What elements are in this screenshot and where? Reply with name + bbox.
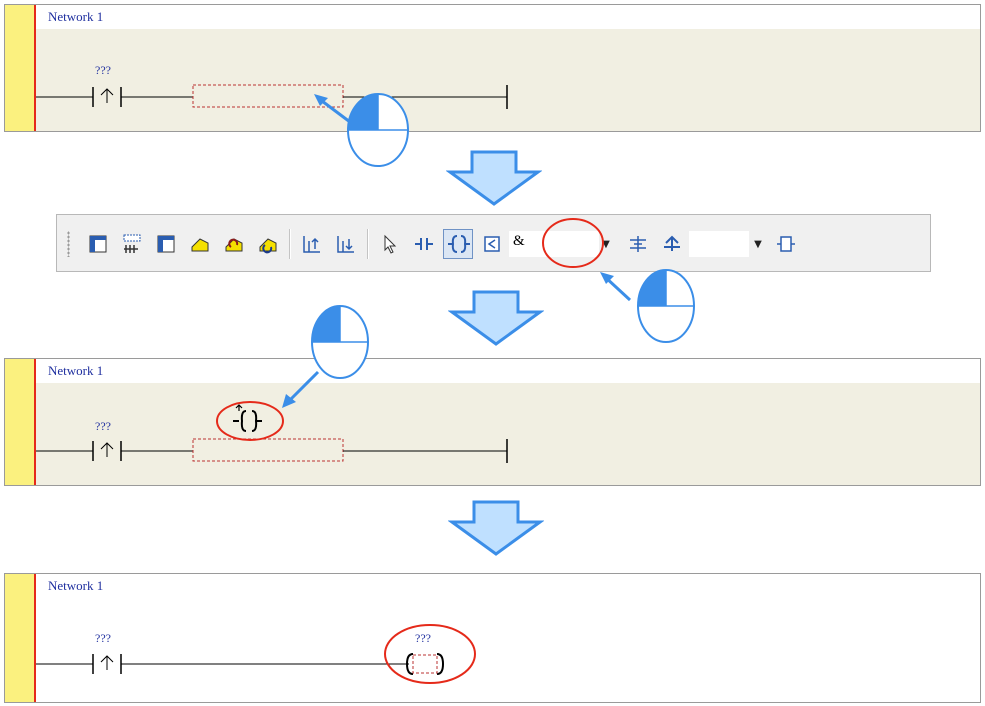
edge-dropdown-arrow[interactable]: ▼ bbox=[751, 231, 765, 257]
toolbar-grip[interactable] bbox=[67, 231, 70, 257]
ladder-rung-3 bbox=[36, 624, 476, 684]
branch-up-icon[interactable] bbox=[219, 229, 249, 259]
toolbar-separator bbox=[367, 229, 369, 259]
function-block-icon[interactable] bbox=[623, 229, 653, 259]
branch-icon[interactable] bbox=[185, 229, 215, 259]
mouse-click-icon bbox=[282, 305, 369, 408]
highlight-ring bbox=[384, 624, 476, 684]
box-icon[interactable] bbox=[477, 229, 507, 259]
ladder-rung-1 bbox=[36, 84, 508, 109]
comment-icon[interactable] bbox=[151, 229, 181, 259]
drop-target-box bbox=[192, 438, 344, 462]
edge-icon[interactable] bbox=[657, 229, 687, 259]
jump-icon[interactable] bbox=[771, 229, 801, 259]
ladder-rung-2 bbox=[36, 401, 508, 463]
step-arrow-icon bbox=[448, 290, 544, 346]
mouse-click-icon bbox=[600, 269, 695, 343]
network-panel-1: Network 1 ??? bbox=[4, 4, 981, 132]
parallel-up-icon[interactable] bbox=[297, 229, 327, 259]
branch-down-icon[interactable] bbox=[253, 229, 283, 259]
step-arrow-icon bbox=[446, 150, 542, 206]
coil-icon[interactable] bbox=[443, 229, 473, 259]
network-panel-3: Network 1 ??? ??? bbox=[4, 573, 981, 703]
select-arrow-icon[interactable] bbox=[375, 229, 405, 259]
toolbar-separator bbox=[289, 229, 291, 259]
parallel-down-icon[interactable] bbox=[331, 229, 361, 259]
insert-network-icon[interactable] bbox=[117, 229, 147, 259]
edge-combo[interactable] bbox=[689, 231, 749, 257]
step-arrow-icon bbox=[448, 500, 544, 556]
ladder-toolbar: & ▼ ▼ bbox=[56, 214, 931, 272]
dragged-coil-icon bbox=[233, 404, 262, 432]
contact-icon[interactable] bbox=[409, 229, 439, 259]
network-panel-2: Network 1 ??? bbox=[4, 358, 981, 486]
coil-element bbox=[405, 653, 445, 675]
mouse-click-icon bbox=[314, 93, 409, 167]
network-icon[interactable] bbox=[83, 229, 113, 259]
